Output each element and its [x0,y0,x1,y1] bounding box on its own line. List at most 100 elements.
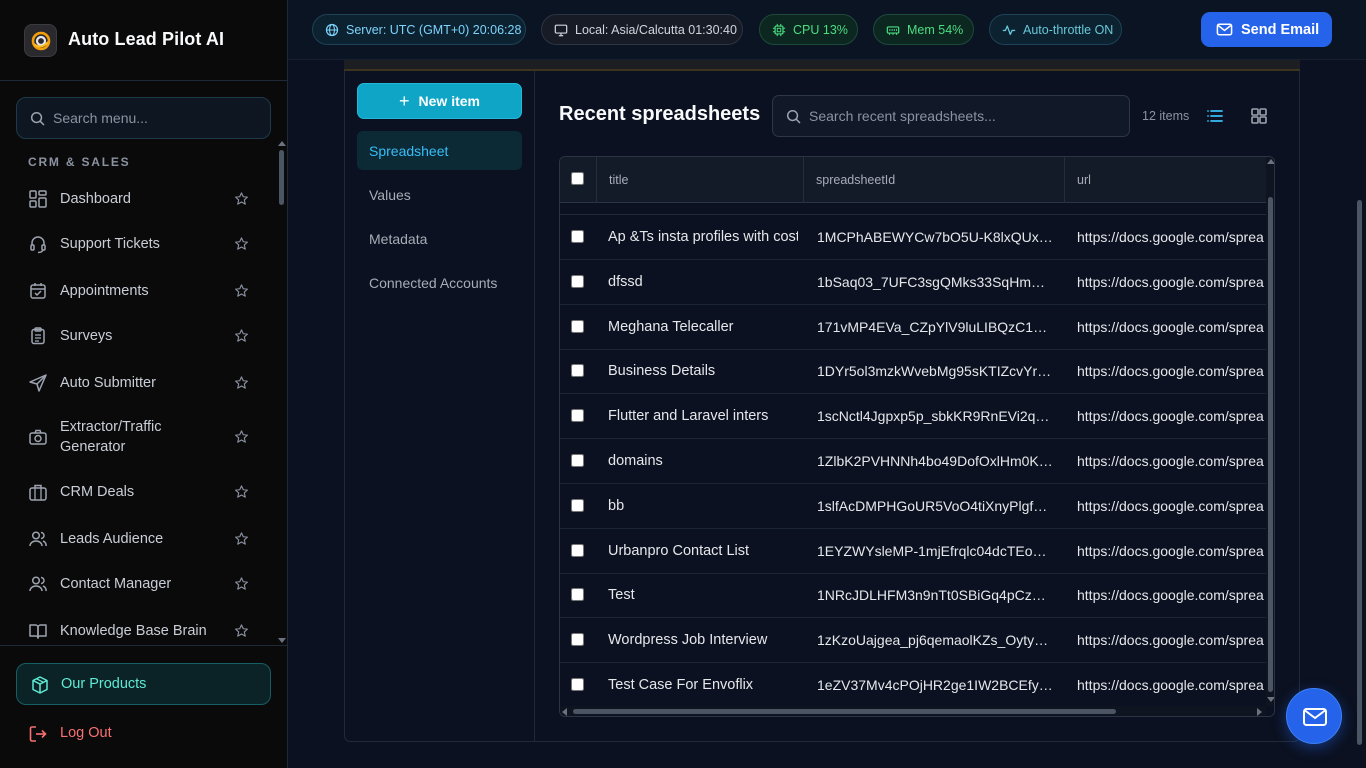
cell-url[interactable]: https://docs.google.com/sprea [1077,394,1264,438]
tab-metadata[interactable]: Metadata [357,219,522,258]
scroll-down-arrow-icon[interactable] [278,638,286,643]
spreadsheet-search-input[interactable] [809,96,1119,136]
auto-throttle-chip[interactable]: Auto-throttle ON [989,14,1122,45]
cell-url[interactable]: https://docs.google.com/sprea [1077,618,1264,662]
sidebar-item-appointments[interactable]: Appointments [16,279,271,303]
cell-title: Test [608,587,635,604]
sidebar-item-knowledge-base[interactable]: Knowledge Base Brain [16,619,271,643]
row-checkbox[interactable] [571,409,584,423]
table-row[interactable]: Urbanpro Contact List 1EYZWYsleMP-1mjEfrq… [560,529,1266,574]
sidebar-item-crm-deals[interactable]: CRM Deals [16,480,271,504]
cell-url[interactable]: https://docs.google.com/sprea [1077,260,1264,304]
table-row[interactable]: Test 1NRcJDLHFM3n9nTt0SBiGq4pCz… https://d… [560,573,1266,619]
page-scrollbar[interactable] [1357,200,1362,745]
select-all-checkbox[interactable] [571,172,584,185]
tab-values[interactable]: Values [357,175,522,214]
sidebar-item-label: Auto Submitter [60,375,156,391]
star-icon[interactable] [234,577,249,592]
star-icon[interactable] [234,430,249,445]
cell-url[interactable]: https://docs.google.com/sprea [1077,215,1264,259]
menu-search-input[interactable] [53,98,263,138]
row-checkbox[interactable] [571,678,584,691]
row-checkbox[interactable] [571,230,584,243]
tab-spreadsheet[interactable]: Spreadsheet [357,131,522,170]
star-icon[interactable] [234,376,249,391]
our-products-label: Our Products [61,676,147,692]
row-checkbox[interactable] [571,588,584,602]
table-row[interactable]: bb 1slfAcDMPHGoUR5VoO4tiXnyPlgf… https://d… [560,484,1266,529]
row-checkbox[interactable] [571,274,584,288]
clipboard-icon [31,327,45,345]
row-checkbox-cell [560,573,596,617]
table-scroll-down-icon[interactable] [1267,697,1274,702]
star-icon[interactable] [234,532,249,547]
table-row[interactable]: Meghana Telecaller 171vMP4EVa_CZpYlV9luLI… [560,305,1266,350]
column-header-spreadsheet-id[interactable]: spreadsheetId [803,157,1064,203]
sidebar-item-contact-manager[interactable]: Contact Manager [16,572,271,596]
sidebar-item-extractor[interactable]: Extractor/Traffic Generator [16,415,271,459]
star-icon[interactable] [234,624,249,639]
sidebar-item-support-tickets[interactable]: Support Tickets [16,232,271,256]
logout-label: Log Out [60,725,112,741]
column-header-url[interactable]: url [1064,157,1266,203]
tab-connected-accounts[interactable]: Connected Accounts [357,263,522,302]
cell-url[interactable]: https://docs.google.com/sprea [1077,663,1264,707]
cell-url[interactable]: https://docs.google.com/sprea [1077,439,1264,483]
star-icon[interactable] [234,329,249,344]
sidebar-item-label: Knowledge Base Brain [60,623,207,639]
cell-url[interactable]: https://docs.google.com/sprea [1077,573,1264,617]
cell-title: Test Case For Envoflix [608,677,754,693]
table-vertical-scroll-thumb[interactable] [1268,197,1273,692]
table-scroll-left-icon[interactable] [562,708,567,716]
star-icon[interactable] [234,284,249,299]
send-email-button[interactable]: Send Email [1201,12,1332,47]
table-row[interactable]: Flutter and Laravel inters 1scNctl4Jgpxp5… [560,394,1266,440]
sidebar-item-leads-audience[interactable]: Leads Audience [16,527,271,551]
row-checkbox[interactable] [571,364,584,378]
star-icon[interactable] [234,192,249,207]
cell-url[interactable]: https://docs.google.com/sprea [1077,305,1264,349]
floating-email-button[interactable] [1286,688,1342,744]
our-products-button[interactable]: Our Products [16,663,271,705]
cell-spreadsheet-id: 1EYZWYsleMP-1mjEfrqlc04dcTEo… [817,542,1047,559]
logout-button[interactable]: Log Out [16,719,271,749]
table-row[interactable]: dfssd 1bSaq03_7UFC3sgQMks33SqHm… https://d… [560,260,1266,305]
table-row[interactable]: Ap &Ts insta profiles with cost 1MCPhABEW… [560,215,1266,260]
row-checkbox[interactable] [571,543,584,557]
sidebar-item-auto-submitter[interactable]: Auto Submitter [16,371,271,395]
sidebar-item-surveys[interactable]: Surveys [16,324,271,348]
table-scroll-up-icon[interactable] [1267,159,1274,164]
row-checkbox[interactable] [571,319,584,333]
cell-title: bb [608,497,625,514]
sidebar-scrollbar[interactable] [277,140,286,645]
table-scroll-right-icon[interactable] [1257,708,1262,716]
list-view-icon[interactable] [1203,104,1227,128]
column-header-title[interactable]: title [596,157,803,203]
table-row[interactable]: Test Case For Envoflix 1eZV37Mv4cPOjHR2ge… [560,663,1266,708]
table-row[interactable]: Wordpress Job Interview 1zKzoUajgea_pj6qe… [560,618,1266,664]
top-bar: Server: UTC (GMT+0) 20:06:28 Local: Asia… [288,0,1366,60]
star-icon[interactable] [234,237,249,252]
sidebar-scroll-thumb[interactable] [279,150,284,205]
star-icon[interactable] [234,485,249,500]
row-checkbox[interactable] [571,498,584,512]
table-horizontal-scroll-thumb[interactable] [573,709,1116,714]
row-checkbox[interactable] [571,633,584,647]
row-checkbox-cell [560,305,596,349]
cell-spreadsheet-id: 1ZlbK2PVHNNh4bo49DofOxlHm0K… [817,453,1053,469]
row-checkbox-cell [560,663,596,707]
cell-spreadsheet-id: 1bSaq03_7UFC3sgQMks33SqHm… [817,273,1045,290]
sidebar: Auto Lead Pilot AI CRM & SALES Dashboard… [0,0,288,768]
cell-url[interactable]: https://docs.google.com/sprea [1077,529,1264,573]
row-checkbox[interactable] [571,454,584,467]
new-item-button[interactable]: + New item [357,83,522,119]
table-row[interactable]: Business Details 1DYr5ol3mzkWvebMg95sKTIZ… [560,349,1266,395]
cell-url[interactable]: https://docs.google.com/sprea [1077,349,1264,393]
row-checkbox-cell [560,260,596,304]
table-row[interactable]: domains 1ZlbK2PVHNNh4bo49DofOxlHm0K… https… [560,439,1266,484]
scroll-up-arrow-icon[interactable] [278,141,286,146]
sidebar-item-dashboard[interactable]: Dashboard [16,187,271,211]
row-checkbox-cell [560,215,596,259]
cell-url[interactable]: https://docs.google.com/sprea [1077,484,1264,528]
grid-view-icon[interactable] [1247,104,1271,128]
